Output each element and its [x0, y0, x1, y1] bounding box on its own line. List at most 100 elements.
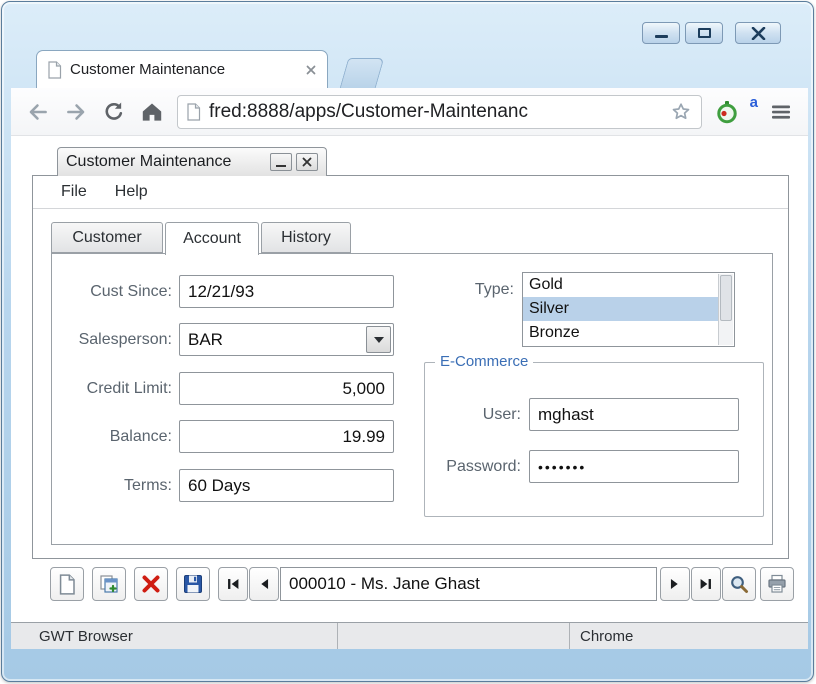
browser-menu-button[interactable] — [764, 95, 798, 129]
menu-bar: File Help — [33, 176, 788, 209]
browser-tab-title: Customer Maintenance — [70, 61, 226, 78]
credit-limit-label: Credit Limit: — [86, 380, 172, 397]
tab-history[interactable]: History — [261, 222, 351, 253]
tab-account[interactable]: Account — [165, 222, 259, 255]
window-maximize-button[interactable] — [685, 22, 723, 44]
home-button[interactable] — [135, 95, 169, 129]
extension-stopwatch-button[interactable] — [710, 95, 744, 129]
back-arrow-icon — [29, 103, 47, 120]
ecommerce-legend: E-Commerce — [435, 353, 534, 370]
type-option-bronze[interactable]: Bronze — [523, 321, 718, 345]
app-main-panel: File Help Customer Account History Cust … — [32, 175, 789, 559]
bookmark-star-icon[interactable] — [669, 100, 693, 124]
browser-toolbar: fred:8888/apps/Customer-Maintenanc a — [11, 88, 808, 136]
type-option-silver[interactable]: Silver — [523, 297, 718, 321]
window-close-button[interactable] — [735, 22, 781, 44]
dropdown-button[interactable] — [366, 326, 391, 353]
window-controls — [637, 22, 781, 44]
new-tab-button[interactable] — [339, 58, 385, 88]
printer-icon — [768, 574, 786, 593]
current-record-display[interactable]: 000010 - Ms. Jane Ghast — [280, 567, 657, 601]
app-minimize-button[interactable] — [270, 153, 292, 171]
close-icon — [751, 26, 765, 40]
forward-arrow-icon — [67, 103, 85, 120]
type-option-gold[interactable]: Gold — [523, 273, 718, 297]
salesperson-label: Salesperson: — [78, 331, 172, 348]
cust-since-label: Cust Since: — [90, 283, 172, 300]
tab-customer[interactable]: Customer — [51, 222, 163, 253]
menu-help[interactable]: Help — [101, 183, 162, 201]
close-icon — [302, 157, 312, 167]
print-button[interactable] — [760, 567, 794, 601]
chevron-down-icon — [373, 336, 384, 343]
delete-x-icon — [142, 575, 160, 593]
url-text[interactable]: fred:8888/apps/Customer-Maintenanc — [209, 101, 661, 123]
app-window-titlebar[interactable]: Customer Maintenance — [57, 147, 327, 176]
address-bar[interactable]: fred:8888/apps/Customer-Maintenanc — [177, 94, 702, 129]
app-close-button[interactable] — [296, 153, 318, 171]
terms-field[interactable] — [179, 469, 394, 502]
first-record-button[interactable] — [218, 567, 248, 601]
refresh-button[interactable] — [97, 95, 131, 129]
copy-record-icon — [100, 575, 118, 593]
app-window-title: Customer Maintenance — [66, 153, 232, 170]
minimize-icon — [654, 34, 668, 38]
delete-record-button[interactable] — [134, 567, 168, 601]
password-field[interactable] — [529, 450, 739, 483]
search-icon — [731, 576, 748, 593]
minimize-icon — [276, 164, 286, 167]
forward-button[interactable] — [59, 95, 93, 129]
status-left: GWT Browser — [39, 627, 133, 645]
save-floppy-icon — [184, 575, 202, 593]
salesperson-dropdown[interactable]: BAR — [179, 323, 394, 356]
home-icon — [142, 103, 162, 121]
browser-content: fred:8888/apps/Customer-Maintenanc a Cus… — [11, 88, 808, 649]
profile-badge: a — [749, 94, 758, 111]
terms-label: Terms: — [124, 477, 172, 494]
window-minimize-button[interactable] — [642, 22, 680, 44]
user-label: User: — [482, 406, 521, 423]
maximize-icon — [697, 28, 711, 38]
last-record-icon — [700, 579, 711, 589]
status-middle — [337, 623, 569, 649]
cust-since-field[interactable] — [179, 275, 394, 308]
next-record-button[interactable] — [660, 567, 690, 601]
previous-record-button[interactable] — [249, 567, 279, 601]
last-record-button[interactable] — [691, 567, 721, 601]
user-field[interactable] — [529, 398, 739, 431]
search-records-button[interactable] — [722, 567, 756, 601]
salesperson-value: BAR — [188, 330, 223, 349]
new-document-icon — [59, 573, 75, 595]
credit-limit-field[interactable] — [179, 372, 394, 405]
app-page: Customer Maintenance File Help Customer … — [11, 136, 808, 622]
hamburger-menu-icon — [772, 105, 790, 119]
account-tab-panel: Cust Since: Salesperson: BAR Credit Limi… — [51, 253, 773, 545]
balance-label: Balance: — [109, 428, 172, 445]
listbox-scrollbar[interactable] — [718, 274, 733, 345]
new-record-button[interactable] — [50, 567, 84, 601]
save-record-button[interactable] — [176, 567, 210, 601]
scrollbar-thumb[interactable] — [720, 275, 732, 321]
status-bar: GWT Browser Chrome — [11, 622, 808, 649]
tab-close-icon[interactable] — [305, 64, 317, 76]
first-record-icon — [228, 579, 239, 589]
type-label: Type: — [474, 281, 514, 298]
status-right: Chrome — [569, 623, 808, 649]
record-toolbar: 000010 - Ms. Jane Ghast — [11, 562, 808, 618]
screen: Customer Maintenance fred:8888/apps/Cust… — [0, 0, 816, 684]
browser-tab[interactable]: Customer Maintenance — [36, 50, 328, 88]
page-icon — [48, 60, 62, 79]
browser-window-frame: Customer Maintenance fred:8888/apps/Cust… — [1, 1, 814, 682]
ecommerce-group: E-Commerce User: Password: — [424, 353, 764, 517]
copy-record-button[interactable] — [92, 567, 126, 601]
stopwatch-icon — [716, 100, 737, 123]
balance-field[interactable] — [179, 420, 394, 453]
refresh-icon — [105, 101, 123, 120]
password-label: Password: — [446, 458, 521, 475]
next-record-icon — [670, 579, 678, 589]
previous-record-icon — [261, 579, 269, 589]
back-button[interactable] — [21, 95, 55, 129]
page-icon — [187, 102, 201, 121]
menu-file[interactable]: File — [47, 183, 101, 201]
type-listbox[interactable]: Gold Silver Bronze — [522, 272, 735, 347]
